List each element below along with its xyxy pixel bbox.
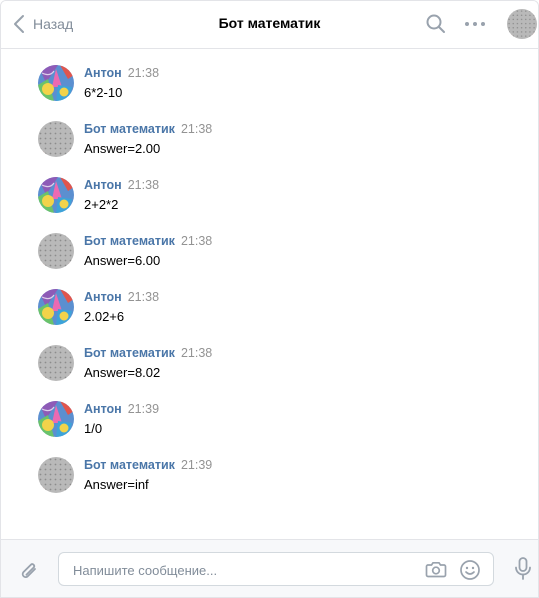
search-icon (426, 14, 445, 33)
message-text: Answer=inf (84, 477, 149, 492)
bot-avatar-image (38, 345, 74, 381)
emoji-button[interactable] (459, 559, 481, 586)
message-list[interactable]: Антон 21:38 6*2-10 Бот математик 21:38 Ans… (1, 49, 538, 539)
bot-avatar-image (38, 233, 74, 269)
attach-button[interactable] (19, 558, 41, 587)
message-text: Answer=6.00 (84, 253, 161, 268)
more-horizontal-icon (465, 22, 485, 26)
smile-icon (460, 560, 480, 580)
message-time: 21:38 (127, 178, 160, 192)
page-title: Бот математик (218, 15, 321, 31)
avatar[interactable] (38, 345, 74, 381)
message-text: 2.02+6 (84, 309, 125, 324)
message-item: Бот математик 21:38 Answer=2.00 (38, 121, 518, 161)
message-time: 21:38 (180, 234, 213, 248)
message-text: 1/0 (84, 421, 103, 436)
chat-header: Назад Бот математик (1, 1, 538, 49)
message-input-box[interactable] (58, 552, 494, 586)
message-author[interactable]: Антон (84, 66, 122, 80)
avatar[interactable] (38, 289, 74, 325)
message-text: Answer=2.00 (84, 141, 161, 156)
user-avatar-image (38, 65, 74, 101)
message-time: 21:38 (180, 122, 213, 136)
message-input[interactable] (71, 559, 415, 581)
message-author[interactable]: Бот математик (84, 458, 175, 472)
search-button[interactable] (425, 13, 447, 40)
message-text: 2+2*2 (84, 197, 119, 212)
message-text: Answer=8.02 (84, 365, 161, 380)
chat-avatar[interactable] (507, 9, 537, 39)
message-author[interactable]: Антон (84, 178, 122, 192)
avatar[interactable] (38, 177, 74, 213)
message-author[interactable]: Бот математик (84, 346, 175, 360)
message-author[interactable]: Антон (84, 402, 122, 416)
message-item: Бот математик 21:39 Answer=inf (38, 457, 518, 497)
user-avatar-image (38, 401, 74, 437)
avatar[interactable] (38, 401, 74, 437)
avatar[interactable] (38, 65, 74, 101)
bot-avatar-image (38, 457, 74, 493)
message-item: Антон 21:39 1/0 (38, 401, 518, 441)
more-button[interactable] (463, 15, 487, 38)
message-author[interactable]: Бот математик (84, 122, 175, 136)
message-time: 21:38 (127, 66, 160, 80)
paperclip-icon (21, 563, 36, 578)
message-time: 21:39 (127, 402, 160, 416)
voice-message-button[interactable] (513, 556, 533, 587)
message-author[interactable]: Антон (84, 290, 122, 304)
message-text: 6*2-10 (84, 85, 123, 100)
microphone-icon (515, 557, 531, 580)
message-item: Антон 21:38 2+2*2 (38, 177, 518, 217)
bot-avatar-image (38, 121, 74, 157)
message-item: Антон 21:38 6*2-10 (38, 65, 518, 105)
user-avatar-image (38, 289, 74, 325)
avatar[interactable] (38, 457, 74, 493)
user-avatar-image (38, 177, 74, 213)
camera-icon (425, 561, 447, 578)
message-time: 21:38 (127, 290, 160, 304)
message-composer (1, 539, 538, 597)
message-item: Антон 21:38 2.02+6 (38, 289, 518, 329)
message-time: 21:38 (180, 346, 213, 360)
message-time: 21:39 (180, 458, 213, 472)
camera-button[interactable] (425, 559, 447, 584)
avatar[interactable] (38, 121, 74, 157)
message-item: Бот математик 21:38 Answer=6.00 (38, 233, 518, 273)
message-author[interactable]: Бот математик (84, 234, 175, 248)
message-item: Бот математик 21:38 Answer=8.02 (38, 345, 518, 385)
chat-window: Назад Бот математик Антон 21:38 6*2-10 Б… (0, 0, 539, 598)
avatar[interactable] (38, 233, 74, 269)
bot-avatar-image (507, 9, 537, 39)
